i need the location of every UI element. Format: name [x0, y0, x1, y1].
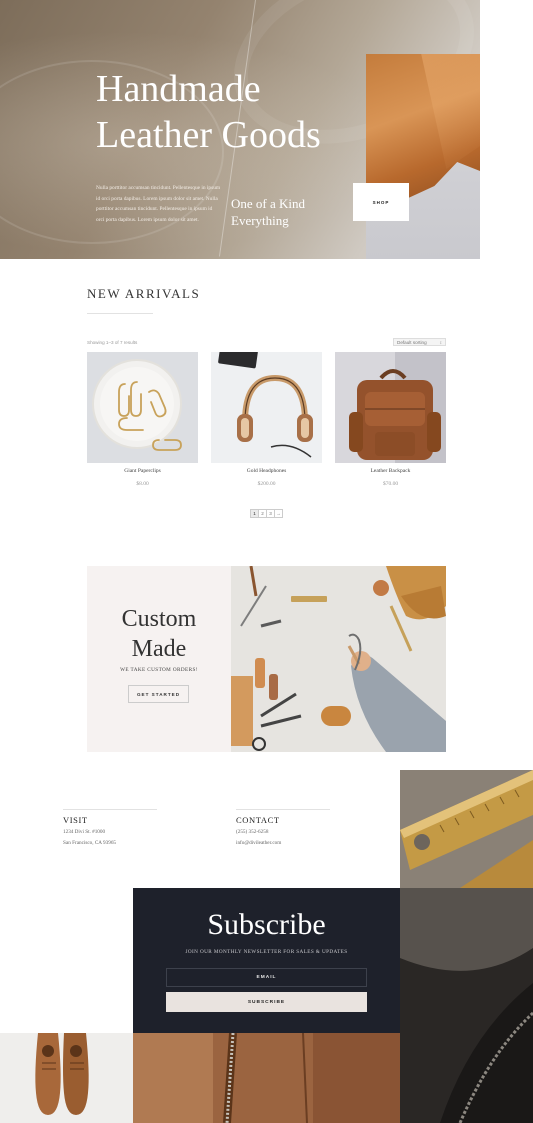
contact-phone[interactable]: (255) 352-6258: [236, 829, 268, 835]
product-card[interactable]: [211, 352, 322, 502]
ruler-illustration: [400, 770, 533, 888]
headphones-photo: [211, 352, 322, 463]
contact-heading: CONTACT: [236, 815, 280, 825]
product-name[interactable]: Gold Headphones: [211, 468, 322, 474]
leather-wallet-photo: [133, 1033, 400, 1123]
divider: [63, 809, 157, 810]
custom-title-line: Custom: [121, 606, 197, 632]
hero-title-line: Leather Goods: [96, 114, 321, 156]
product-card[interactable]: [335, 352, 446, 502]
pagination: 1 2 3 →: [250, 509, 283, 518]
product-image[interactable]: [335, 352, 446, 463]
bag-illustration: [400, 888, 533, 1123]
hero-tagline-line: One of a Kind: [231, 196, 306, 211]
leather-tools-photo: [231, 566, 446, 752]
leather-shoes-photo: [0, 1033, 133, 1123]
new-arrivals-heading: NEW ARRIVALS: [87, 286, 201, 301]
wallet-illustration: [133, 1033, 400, 1123]
product-image[interactable]: [211, 352, 322, 463]
visit-heading: VISIT: [63, 815, 88, 825]
next-page-icon[interactable]: →: [274, 509, 283, 518]
sort-select[interactable]: Default sorting ↕: [393, 338, 446, 346]
product-price: $70.00: [382, 481, 399, 487]
backpack-photo: [335, 352, 446, 463]
hero-body-text: Nulla porttitor accumsan tincidunt. Pell…: [96, 185, 221, 223]
hero-title: Handmade Leather Goods: [96, 66, 366, 158]
product-name[interactable]: Leather Backpack: [335, 468, 446, 474]
product-image[interactable]: [87, 352, 198, 463]
leather-bag-photo: [400, 888, 533, 1123]
hero-leather-photo: [366, 54, 480, 259]
custom-made-subtitle: WE TAKE CUSTOM ORDERS!: [120, 667, 198, 673]
contact-email[interactable]: info@divileather.com: [236, 840, 281, 846]
product-card[interactable]: [87, 352, 198, 502]
email-input[interactable]: [166, 968, 367, 987]
product-price: $200.00: [257, 481, 276, 487]
brass-ruler-photo: [400, 770, 533, 888]
results-count: Showing 1–3 of 7 results: [87, 340, 138, 345]
hero-tagline: One of a Kind Everything: [231, 195, 351, 229]
hero-tagline-line: Everything: [231, 213, 289, 228]
visit-address-line: San Francisco, CA 93965: [63, 840, 117, 846]
product-name[interactable]: Giant Paperclips: [87, 468, 198, 474]
divider: [87, 313, 153, 314]
product-price: $8.00: [136, 481, 149, 487]
shop-button[interactable]: SHOP: [353, 183, 409, 221]
get-started-button[interactable]: GET STARTED: [128, 685, 189, 703]
paperclips-photo: [87, 352, 198, 463]
visit-address-line: 1234 Divi St. #1000: [63, 829, 106, 835]
subscribe-description: JOIN OUR MONTHLY NEWSLETTER FOR SALES & …: [185, 949, 348, 955]
sort-select-value: Default sorting: [397, 339, 427, 345]
divider: [236, 809, 330, 810]
custom-made-title: Custom Made: [87, 604, 231, 664]
custom-title-line: Made: [131, 636, 187, 662]
shoes-illustration: [0, 1033, 133, 1123]
hero-title-line: Handmade: [96, 68, 261, 110]
tools-illustration: [231, 566, 446, 752]
subscribe-button[interactable]: SUBSCRIBE: [166, 992, 367, 1012]
select-caret-icon: ↕: [439, 339, 442, 345]
subscribe-title: Subscribe: [207, 908, 326, 941]
